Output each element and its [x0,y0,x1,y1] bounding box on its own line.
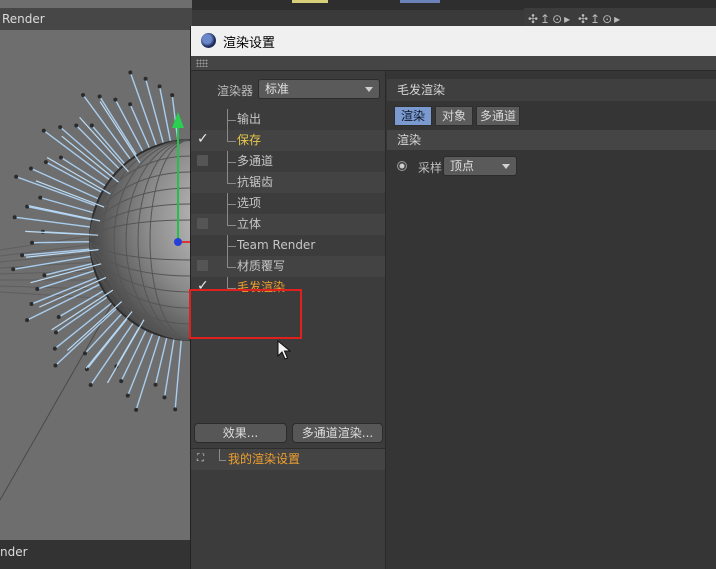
viewport-title: Render [2,12,45,26]
checkmark-icon[interactable]: ✓ [197,132,209,146]
sample-select[interactable]: 顶点 [443,156,517,176]
tree-item[interactable]: Team Render [191,235,385,256]
render-preset-label: 我的渲染设置 [228,452,301,466]
toolbar-chip [400,0,440,3]
tree-branch [219,449,226,461]
multipass-render-button[interactable]: 多通道渲染... [292,423,383,443]
chevron-down-icon [502,164,510,169]
tree-item-label: 选项 [237,196,262,210]
mouse-cursor-icon [277,340,291,360]
renderer-label: 渲染器 [217,84,254,98]
render-settings-window[interactable]: 渲染设置 渲染器 标准 输出 ✓ 保存 多通道 抗锯齿 选项 立体 Team Render 材质… [189,26,716,569]
viewport-header: Render [0,8,192,30]
checkbox[interactable] [197,218,208,229]
tab-object[interactable]: 对象 [435,106,473,126]
tree-item[interactable]: 选项 [191,193,385,214]
grip-dots-icon[interactable] [196,59,208,67]
cinema4d-logo-icon [201,33,216,48]
tree-item-label: 材质覆写 [237,259,286,273]
tree-item-label: 输出 [237,112,262,126]
tree-item[interactable]: 多通道 [191,151,385,172]
tree-item[interactable]: ✓ 保存 [191,130,385,151]
tab-multipass[interactable]: 多通道 [476,106,520,126]
viewport-nav-icons[interactable]: ✣↥⊙▸ ✣↥⊙▸ [528,12,622,26]
panel-grip[interactable] [191,56,716,71]
tree-item[interactable]: 立体 [191,214,385,235]
render-preset-item[interactable]: ⛶ 我的渲染设置 [191,448,385,470]
tree-item-label: 保存 [237,133,262,147]
tree-item[interactable]: 抗锯齿 [191,172,385,193]
effects-button[interactable]: 效果... [194,423,287,443]
tree-item-label: 多通道 [237,154,274,168]
tree-branch [227,256,236,268]
renderer-value: 标准 [265,82,290,96]
bottom-panel-title: nder [0,545,28,559]
sample-radio[interactable] [397,161,407,171]
settings-tree: 输出 ✓ 保存 多通道 抗锯齿 选项 立体 Team Render 材质覆写 ✓ 毛发渲染 [191,109,385,298]
chevron-down-icon [365,87,373,92]
tree-item-label: 立体 [237,217,262,231]
toolbar-chip [292,0,328,3]
tree-item-label: 抗锯齿 [237,175,274,189]
sample-value: 顶点 [450,159,475,173]
checkbox[interactable] [197,155,208,166]
annotation-highlight-box [189,289,302,339]
tree-item[interactable]: 输出 [191,109,385,130]
panel-title: 毛发渲染 [387,79,716,101]
viewport[interactable]: Render [0,0,192,540]
tree-branch [227,151,236,163]
checkbox[interactable] [197,260,208,271]
hair-sphere-scene [0,70,192,501]
renderer-row: 渲染器 标准 [191,79,385,101]
tree-item-label: Team Render [237,238,316,252]
tree-branch [227,277,236,289]
tree-branch [227,193,236,205]
sample-label: 采样 [418,161,443,175]
settings-detail-panel: 毛发渲染 渲染 对象 多通道 渲染 采样 顶点 [387,71,716,569]
renderer-select[interactable]: 标准 [258,79,380,99]
tree-branch [227,214,236,226]
tree-branch [227,130,236,142]
sample-row: 采样 顶点 [387,156,716,178]
tree-branch [227,235,236,247]
tree-item[interactable]: 材质覆写 [191,256,385,277]
tab-render[interactable]: 渲染 [394,106,432,126]
tree-branch [227,172,236,184]
render-preset-icon: ⛶ [197,453,204,464]
window-title: 渲染设置 [223,36,276,51]
section-header: 渲染 [387,130,716,150]
bottom-panel-header: nder [0,540,192,569]
window-titlebar[interactable]: 渲染设置 [191,26,716,56]
tree-branch [227,109,236,121]
settings-list-panel: 渲染器 标准 输出 ✓ 保存 多通道 抗锯齿 选项 立体 Team Render 材质覆写 ✓ 毛发… [189,71,386,569]
